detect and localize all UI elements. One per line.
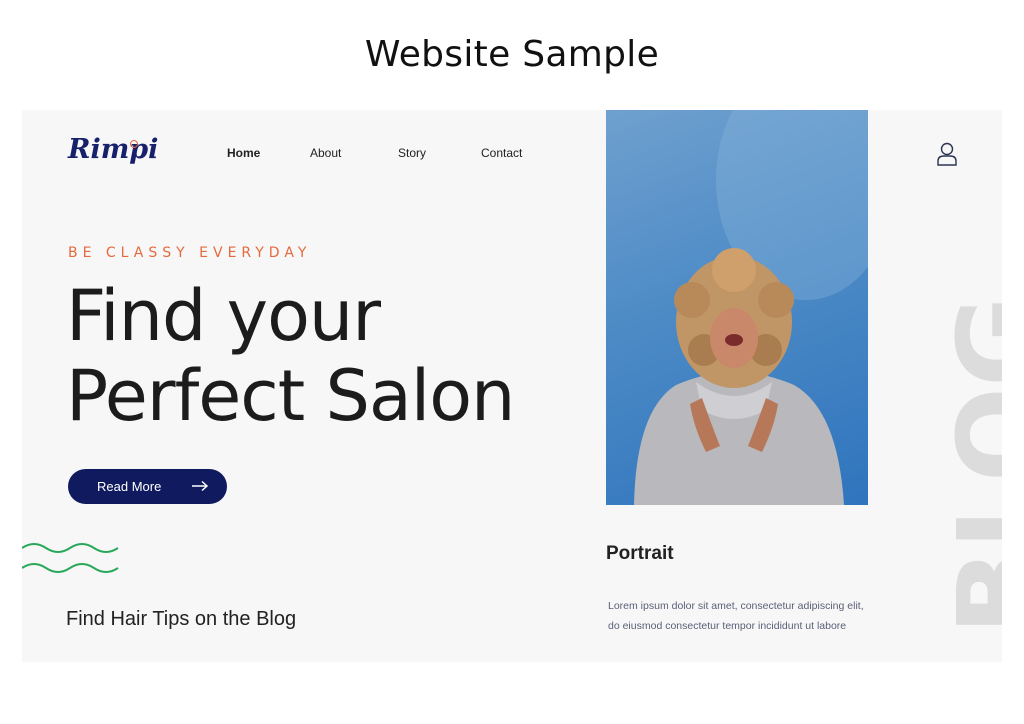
portrait-title: Portrait bbox=[606, 543, 674, 564]
read-more-button[interactable]: Read More bbox=[68, 469, 227, 504]
portrait-illustration bbox=[634, 110, 868, 505]
read-more-label: Read More bbox=[97, 479, 162, 494]
logo-accent-dot bbox=[130, 140, 138, 148]
nav-home[interactable]: Home bbox=[227, 146, 260, 160]
portrait-photo bbox=[606, 110, 868, 505]
brand-logo[interactable]: Rimpi bbox=[68, 134, 158, 165]
nav-story[interactable]: Story bbox=[398, 146, 426, 160]
arrow-right-icon bbox=[192, 480, 209, 492]
portrait-description: Lorem ipsum dolor sit amet, consectetur … bbox=[608, 596, 878, 636]
hero-headline: Find your Perfect Salon bbox=[66, 276, 606, 436]
blog-watermark: BLOG bbox=[940, 235, 1002, 630]
hero-headline-line1: Find your bbox=[66, 275, 381, 357]
wave-decoration bbox=[22, 543, 119, 573]
blog-watermark-text: BLOG bbox=[940, 295, 1002, 630]
user-icon[interactable] bbox=[936, 142, 958, 166]
nav-about[interactable]: About bbox=[310, 146, 341, 160]
page-title: Website Sample bbox=[364, 34, 660, 75]
portrait-description-line2: do eiusmod consectetur tempor incididunt… bbox=[608, 620, 847, 632]
hero-headline-line2: Perfect Salon bbox=[66, 355, 515, 437]
nav-contact[interactable]: Contact bbox=[481, 146, 522, 160]
portrait-description-line1: Lorem ipsum dolor sit amet, consectetur … bbox=[608, 600, 864, 612]
blog-tips-text[interactable]: Find Hair Tips on the Blog bbox=[66, 608, 296, 631]
website-mockup: Rimpi Home About Story Contact BE CLASSY… bbox=[22, 110, 1002, 662]
hero-eyebrow: BE CLASSY EVERYDAY bbox=[68, 245, 312, 261]
